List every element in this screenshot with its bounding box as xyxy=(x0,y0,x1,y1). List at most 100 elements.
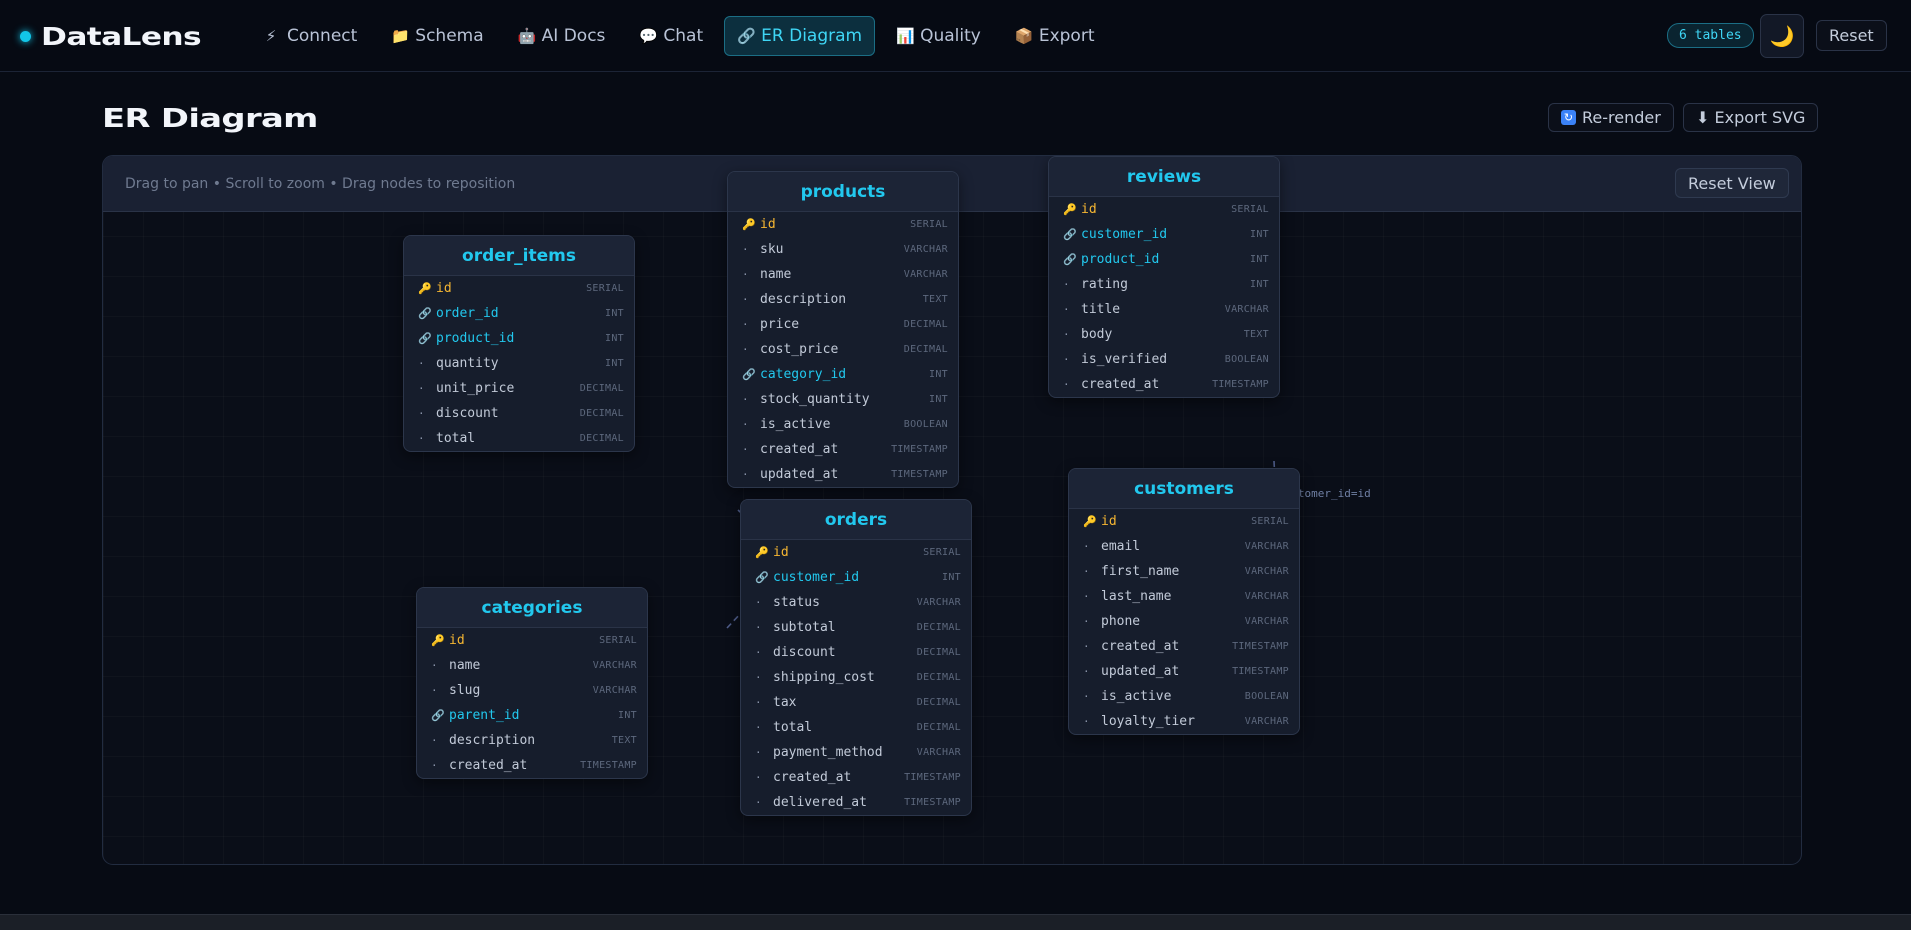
column-type: BOOLEAN xyxy=(1224,354,1269,365)
column-name: created_at xyxy=(1081,377,1160,392)
bullet-icon: · xyxy=(431,734,438,747)
table-column-row: 🔗 customer_id INT xyxy=(1049,222,1279,247)
bullet-icon: · xyxy=(1083,590,1090,603)
column-name: price xyxy=(760,317,800,332)
bullet-icon: · xyxy=(742,343,749,356)
export-svg-button[interactable]: ⬇ Export SVG xyxy=(1683,103,1819,132)
bullet-icon: · xyxy=(1083,640,1090,653)
column-type: INT xyxy=(1250,279,1269,290)
table-node-reviews[interactable]: reviews 🔑 id SERIAL 🔗 customer_id INT 🔗 product_… xyxy=(1048,156,1280,398)
bullet-icon: · xyxy=(431,759,438,772)
folder-icon: 📁 xyxy=(391,27,410,45)
bullet-icon: · xyxy=(755,596,762,609)
column-name: total xyxy=(436,431,476,446)
table-column-row: 🔗 product_id INT xyxy=(1049,247,1279,272)
column-type: DECIMAL xyxy=(903,319,948,330)
table-column-row: · created_at TIMESTAMP xyxy=(1049,372,1279,397)
bullet-icon: · xyxy=(418,432,425,445)
link-icon: 🔗 xyxy=(742,368,756,381)
table-title: products xyxy=(728,172,958,212)
column-type: TIMESTAMP xyxy=(580,760,637,771)
reset-view-button[interactable]: Reset View xyxy=(1675,168,1789,198)
robot-icon: 🤖 xyxy=(517,27,537,45)
column-name: id xyxy=(1101,514,1117,529)
bullet-icon: · xyxy=(1083,665,1090,678)
table-column-row: · unit_price DECIMAL xyxy=(404,376,634,401)
bottom-strip xyxy=(0,914,1911,930)
bullet-icon: · xyxy=(742,468,749,481)
column-type: SERIAL xyxy=(923,547,961,558)
package-icon: 📦 xyxy=(1014,27,1034,45)
column-name: discount xyxy=(436,406,499,421)
bar-chart-icon: 📊 xyxy=(896,27,915,45)
table-column-row: 🔗 category_id INT xyxy=(728,362,958,387)
column-type: TIMESTAMP xyxy=(1232,641,1289,652)
table-column-row: · name VARCHAR xyxy=(417,653,647,678)
diagram-canvas[interactable]: productproductcustomer_id=idcategorcusto… xyxy=(103,156,1801,864)
app-logo[interactable]: DataLens xyxy=(20,22,202,51)
column-name: id xyxy=(449,633,465,648)
nav-tab-export[interactable]: 📦 Export xyxy=(1002,16,1108,56)
table-title: orders xyxy=(741,500,971,540)
bullet-icon: · xyxy=(1063,278,1070,291)
table-column-row: 🔑 id SERIAL xyxy=(1069,509,1299,534)
column-type: TIMESTAMP xyxy=(891,469,948,480)
nav-tab-er-diagram[interactable]: 🔗 ER Diagram xyxy=(724,16,876,56)
column-type: INT xyxy=(942,572,961,583)
column-type: TIMESTAMP xyxy=(904,772,961,783)
nav-tab-quality[interactable]: 📊 Quality xyxy=(883,16,994,56)
table-node-products[interactable]: products 🔑 id SERIAL · sku VARCHAR · name VARCHAR… xyxy=(727,171,959,488)
table-column-row: · discount DECIMAL xyxy=(741,640,971,665)
column-type: TIMESTAMP xyxy=(904,797,961,808)
column-name: body xyxy=(1081,327,1113,342)
table-column-row: · is_verified BOOLEAN xyxy=(1049,347,1279,372)
table-column-row: · title VARCHAR xyxy=(1049,297,1279,322)
table-column-row: 🔑 id SERIAL xyxy=(728,212,958,237)
nav-tab-ai-docs[interactable]: 🤖 AI Docs xyxy=(505,16,619,56)
nav-tab-connect[interactable]: ⚡ Connect xyxy=(250,16,370,56)
column-name: created_at xyxy=(449,758,528,773)
column-name: last_name xyxy=(1101,589,1172,604)
bullet-icon: · xyxy=(1083,615,1090,628)
reset-button[interactable]: Reset xyxy=(1816,20,1887,51)
column-name: product_id xyxy=(1081,252,1160,267)
column-type: INT xyxy=(618,710,637,721)
column-name: subtotal xyxy=(773,620,836,635)
column-name: id xyxy=(436,281,452,296)
nav-tab-schema[interactable]: 📁 Schema xyxy=(378,16,496,56)
refresh-icon: ↻ xyxy=(1561,110,1576,125)
column-type: DECIMAL xyxy=(903,344,948,355)
bullet-icon: · xyxy=(1063,353,1070,366)
table-column-row: · updated_at TIMESTAMP xyxy=(1069,659,1299,684)
bullet-icon: · xyxy=(755,621,762,634)
column-type: INT xyxy=(929,394,948,405)
column-type: DECIMAL xyxy=(916,722,961,733)
link-icon: 🔗 xyxy=(431,709,445,722)
column-name: discount xyxy=(773,645,836,660)
nav-tab-label: ER Diagram xyxy=(761,26,863,46)
column-type: BOOLEAN xyxy=(903,419,948,430)
theme-toggle-button[interactable]: 🌙 xyxy=(1760,14,1804,58)
rerender-button[interactable]: ↻ Re-render xyxy=(1548,103,1674,132)
table-column-row: 🔗 parent_id INT xyxy=(417,703,647,728)
column-name: title xyxy=(1081,302,1121,317)
tables-count-badge: 6 tables xyxy=(1667,23,1754,48)
table-column-row: · email VARCHAR xyxy=(1069,534,1299,559)
table-title: categories xyxy=(417,588,647,628)
table-node-categories[interactable]: categories 🔑 id SERIAL · name VARCHAR · slug VARC… xyxy=(416,587,648,779)
table-column-row: · status VARCHAR xyxy=(741,590,971,615)
table-column-row: · loyalty_tier VARCHAR xyxy=(1069,709,1299,734)
column-type: DECIMAL xyxy=(579,433,624,444)
column-type: VARCHAR xyxy=(1244,591,1289,602)
column-name: rating xyxy=(1081,277,1128,292)
table-column-row: · payment_method VARCHAR xyxy=(741,740,971,765)
nav-tab-chat[interactable]: 💬 Chat xyxy=(626,16,716,56)
table-node-orders[interactable]: orders 🔑 id SERIAL 🔗 customer_id INT · status VAR… xyxy=(740,499,972,816)
table-node-order-items[interactable]: order_items 🔑 id SERIAL 🔗 order_id INT 🔗 product… xyxy=(403,235,635,452)
column-type: TIMESTAMP xyxy=(1212,379,1269,390)
moon-icon: 🌙 xyxy=(1769,24,1795,48)
column-name: quantity xyxy=(436,356,499,371)
column-type: VARCHAR xyxy=(1244,566,1289,577)
column-type: VARCHAR xyxy=(1224,304,1269,315)
table-node-customers[interactable]: customers 🔑 id SERIAL · email VARCHAR · first_na… xyxy=(1068,468,1300,735)
